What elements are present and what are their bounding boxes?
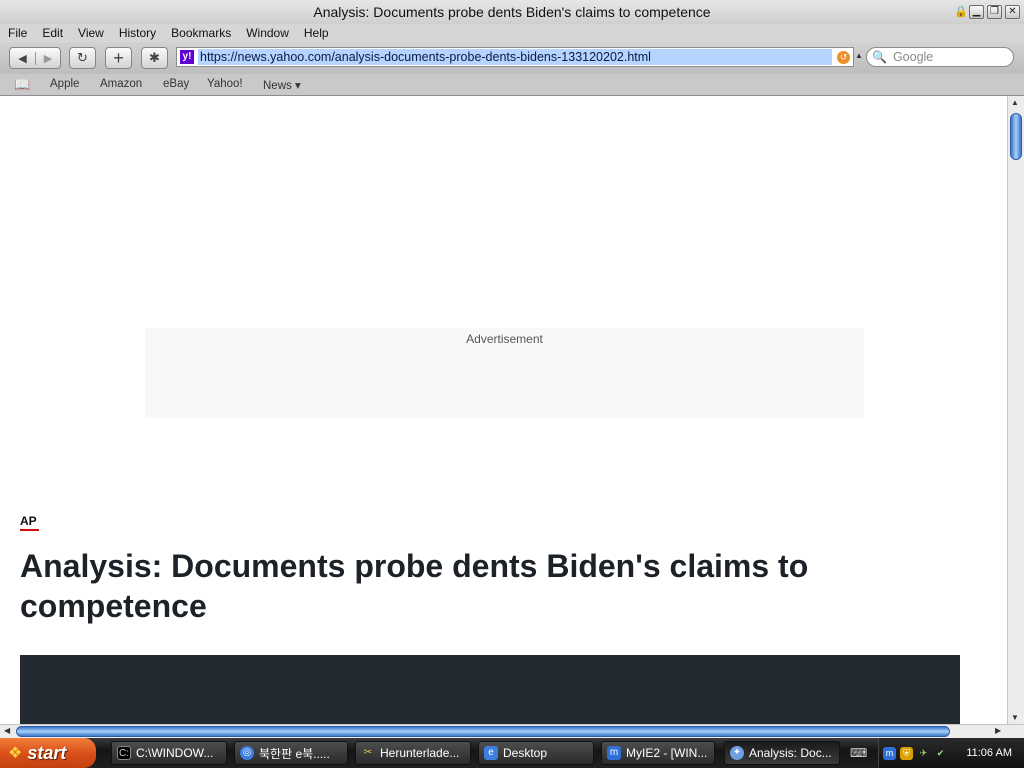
scroll-down-icon[interactable]: ▼ bbox=[1011, 713, 1019, 722]
task-label: MyIE2 - [WIN... bbox=[626, 746, 708, 760]
search-field[interactable]: 🔍 Google bbox=[866, 47, 1014, 67]
task-label: Herunterlade... bbox=[380, 746, 460, 760]
window-titlebar: Analysis: Documents probe dents Biden's … bbox=[0, 0, 1024, 24]
bookmark-ebay[interactable]: eBay bbox=[163, 78, 189, 90]
menu-file[interactable]: File bbox=[8, 26, 27, 40]
task-label: Analysis: Doc... bbox=[749, 746, 832, 760]
browser-globe-icon: ◎ bbox=[240, 746, 254, 760]
horizontal-scroll-thumb[interactable] bbox=[16, 726, 950, 737]
hero-media[interactable] bbox=[20, 655, 960, 724]
bookmarks-bar: 📖 Apple Amazon eBay Yahoo! News ▾ bbox=[0, 74, 1024, 96]
task-command-prompt[interactable]: C: C:\WINDOW... bbox=[111, 741, 227, 765]
url-field[interactable]: https://news.yahoo.com/analysis-document… bbox=[198, 49, 832, 65]
task-label: Desktop bbox=[503, 746, 548, 760]
window-controls: 🔒 ▁ ❐ ✕ bbox=[954, 5, 1020, 19]
reload-button[interactable]: ↻ bbox=[69, 47, 96, 69]
bug-report-button[interactable]: ✱ bbox=[141, 47, 168, 69]
task-myie2[interactable]: m MyIE2 - [WIN... bbox=[601, 741, 715, 765]
security-shield-icon[interactable]: ⛨ bbox=[900, 746, 913, 760]
system-tray: m ⛨ ✈ ✔ 11:06 AM bbox=[878, 738, 1024, 768]
scroll-up-icon[interactable]: ▲ bbox=[1011, 98, 1019, 107]
vertical-scrollbar[interactable]: ▲ ▼ bbox=[1007, 96, 1024, 724]
menu-history[interactable]: History bbox=[119, 26, 156, 40]
start-label: start bbox=[27, 742, 67, 763]
task-desktop[interactable]: e Desktop bbox=[478, 741, 594, 765]
back-button[interactable]: ◀ bbox=[10, 52, 35, 65]
snapback-icon[interactable]: ↺ bbox=[837, 50, 850, 64]
article-headline: Analysis: Documents probe dents Biden's … bbox=[20, 548, 809, 624]
bookmarks-book-icon[interactable]: 📖 bbox=[14, 77, 30, 93]
task-safari-active[interactable]: ✦ Analysis: Doc... bbox=[724, 741, 840, 765]
page-content: Advertisement AP Analysis: Documents pro… bbox=[0, 96, 1007, 724]
download-icon: ✂ bbox=[363, 747, 373, 758]
network-tray-icon[interactable]: m bbox=[883, 746, 896, 760]
source-underline bbox=[20, 529, 39, 531]
lock-icon: 🔒 bbox=[954, 5, 968, 18]
bookmark-news-menu[interactable]: News ▾ bbox=[263, 78, 301, 92]
minimize-button[interactable]: ▁ bbox=[969, 5, 984, 19]
update-tray-icon[interactable]: ✔ bbox=[934, 747, 947, 760]
yahoo-favicon-icon: y! bbox=[180, 50, 194, 64]
task-label: 북한판 e북..... bbox=[259, 746, 330, 761]
bookmark-amazon[interactable]: Amazon bbox=[100, 78, 142, 90]
menu-window[interactable]: Window bbox=[246, 26, 289, 40]
address-bar[interactable]: y! https://news.yahoo.com/analysis-docum… bbox=[176, 47, 854, 67]
windows-taskbar: ❖ start C: C:\WINDOW... ◎ 북한판 e북..... ✂ … bbox=[0, 738, 1024, 768]
console-icon: C: bbox=[117, 746, 131, 760]
add-bookmark-button[interactable]: + bbox=[105, 47, 132, 69]
scroll-left-icon[interactable]: ◀ bbox=[4, 726, 10, 735]
safari-compass-icon: ✦ bbox=[730, 746, 744, 760]
ie-icon: e bbox=[484, 746, 498, 760]
taskbar-clock: 11:06 AM bbox=[966, 747, 1012, 759]
task-label: C:\WINDOW... bbox=[136, 746, 214, 760]
forward-button[interactable]: ▶ bbox=[34, 51, 60, 65]
bookmark-yahoo[interactable]: Yahoo! bbox=[207, 78, 243, 90]
vertical-scroll-thumb[interactable] bbox=[1010, 113, 1022, 160]
advertisement-label: Advertisement bbox=[466, 332, 543, 346]
keyboard-icon[interactable]: ⌨ bbox=[850, 746, 867, 760]
search-icon: 🔍 bbox=[872, 50, 887, 64]
menu-bookmarks[interactable]: Bookmarks bbox=[171, 26, 231, 40]
menu-help[interactable]: Help bbox=[304, 26, 329, 40]
bookmark-apple[interactable]: Apple bbox=[50, 78, 79, 90]
myie-icon: m bbox=[607, 746, 621, 760]
start-button[interactable]: ❖ start bbox=[0, 738, 96, 768]
nav-buttons: ◀ ▶ bbox=[9, 47, 61, 69]
task-downloads[interactable]: ✂ Herunterlade... bbox=[355, 741, 471, 765]
close-button[interactable]: ✕ bbox=[1005, 5, 1020, 19]
menu-edit[interactable]: Edit bbox=[42, 26, 63, 40]
url-dropdown-icon[interactable]: ▲ bbox=[855, 51, 863, 60]
maximize-button[interactable]: ❐ bbox=[987, 5, 1002, 19]
scroll-right-icon[interactable]: ▶ bbox=[995, 726, 1001, 735]
window-title: Analysis: Documents probe dents Biden's … bbox=[313, 4, 711, 20]
horizontal-scrollbar[interactable]: ◀ ▶ bbox=[0, 724, 1024, 738]
menu-bar: File Edit View History Bookmarks Window … bbox=[0, 24, 1024, 42]
source-logo[interactable]: AP bbox=[20, 514, 37, 528]
menu-view[interactable]: View bbox=[78, 26, 104, 40]
search-placeholder: Google bbox=[892, 50, 934, 64]
wireless-tray-icon[interactable]: ✈ bbox=[917, 747, 930, 760]
windows-flag-icon: ❖ bbox=[8, 745, 23, 762]
task-ebook[interactable]: ◎ 북한판 e북..... bbox=[234, 741, 348, 765]
advertisement-slot[interactable]: Advertisement bbox=[145, 328, 864, 418]
